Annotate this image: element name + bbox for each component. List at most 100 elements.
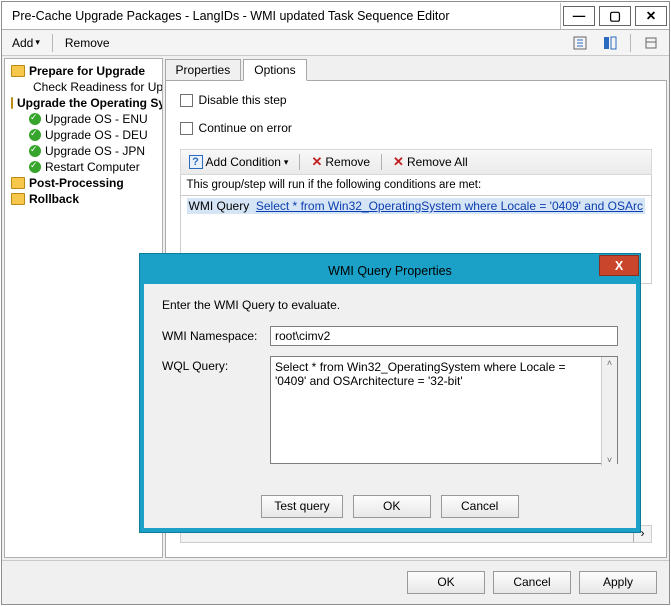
- folder-icon: [11, 177, 25, 189]
- window-controls: — ▢ ✕: [560, 3, 669, 29]
- tab-label: Properties: [176, 63, 231, 77]
- dialog-title: WMI Query Properties: [328, 264, 452, 278]
- tree-node-post-processing[interactable]: Post-Processing: [7, 175, 160, 191]
- remove-button[interactable]: Remove: [59, 34, 116, 52]
- check-icon: [29, 129, 41, 141]
- x-icon: ✕: [393, 154, 404, 170]
- tree-label: Upgrade OS - JPN: [45, 144, 145, 158]
- tree-node-upgrade-jpn[interactable]: Upgrade OS - JPN: [7, 143, 160, 159]
- x-icon: ✕: [311, 154, 322, 170]
- query-textarea[interactable]: [270, 356, 618, 464]
- remove-label: Remove: [65, 36, 110, 50]
- toolbar: Add ▾ Remove: [2, 30, 669, 56]
- cond-prefix: WMI Query: [189, 199, 250, 213]
- check-icon: [29, 161, 41, 173]
- namespace-input[interactable]: [270, 326, 618, 346]
- tab-properties[interactable]: Properties: [165, 59, 242, 81]
- condition-toolbar: ? Add Condition ▾ ✕ Remove ✕ Remove All: [180, 149, 652, 175]
- dialog-titlebar: WMI Query Properties X: [144, 258, 636, 284]
- continue-row[interactable]: Continue on error: [180, 121, 652, 135]
- test-query-button[interactable]: Test query: [261, 495, 342, 518]
- scroll-up-icon[interactable]: ˄: [606, 357, 613, 369]
- folder-icon: [11, 193, 25, 205]
- tool-icon-3[interactable]: [637, 33, 665, 53]
- dialog-ok-button[interactable]: OK: [353, 495, 431, 518]
- tree-label: Upgrade OS - ENU: [45, 112, 148, 126]
- disable-label: Disable this step: [199, 93, 287, 107]
- window-title: Pre-Cache Upgrade Packages - LangIDs - W…: [12, 9, 450, 23]
- tree-node-check-readiness[interactable]: Check Readiness for Upgrade: [7, 79, 160, 95]
- scroll-down-icon[interactable]: ˅: [606, 454, 613, 466]
- cancel-label: Cancel: [513, 575, 550, 589]
- query-label: WQL Query:: [162, 356, 270, 373]
- namespace-row: WMI Namespace:: [162, 326, 618, 346]
- dialog-intro: Enter the WMI Query to evaluate.: [162, 298, 618, 312]
- tree-label: Post-Processing: [29, 176, 124, 190]
- checkbox-icon[interactable]: [180, 122, 193, 135]
- folder-icon: [11, 65, 25, 77]
- cancel-label: Cancel: [461, 499, 498, 513]
- textarea-scrollbar[interactable]: ˄˅: [601, 357, 617, 466]
- tool-icon-2[interactable]: [596, 33, 624, 53]
- tree-label: Prepare for Upgrade: [29, 64, 145, 78]
- checkbox-icon[interactable]: [180, 94, 193, 107]
- apply-label: Apply: [603, 575, 633, 589]
- tab-label: Options: [254, 63, 295, 77]
- separator: [630, 34, 631, 52]
- dialog-buttons: Test query OK Cancel: [144, 489, 636, 528]
- folder-icon: [11, 97, 13, 109]
- dialog-body: Enter the WMI Query to evaluate. WMI Nam…: [144, 284, 636, 489]
- tree-label: Rollback: [29, 192, 79, 206]
- check-icon: [29, 145, 41, 157]
- tree-node-prepare[interactable]: Prepare for Upgrade: [7, 63, 160, 79]
- dialog-cancel-button[interactable]: Cancel: [441, 495, 519, 518]
- wmi-query-dialog: WMI Query Properties X Enter the WMI Que…: [140, 254, 640, 532]
- dialog-close-button[interactable]: X: [599, 255, 639, 276]
- tree-node-rollback[interactable]: Rollback: [7, 191, 160, 207]
- question-icon: ?: [189, 155, 203, 169]
- tree-node-restart[interactable]: Restart Computer: [7, 159, 160, 175]
- apply-button[interactable]: Apply: [579, 571, 657, 594]
- add-condition-button[interactable]: ? Add Condition ▾: [185, 153, 293, 171]
- tree-label: Upgrade the Operating System: [17, 96, 163, 110]
- remove-condition-button[interactable]: ✕ Remove: [307, 152, 374, 172]
- cancel-button[interactable]: Cancel: [493, 571, 571, 594]
- tree-node-upgrade-os-group[interactable]: Upgrade the Operating System: [7, 95, 160, 111]
- separator: [299, 154, 300, 170]
- query-row: WQL Query: ˄˅: [162, 356, 618, 467]
- chevron-down-icon: ▾: [35, 37, 40, 48]
- test-label: Test query: [274, 499, 329, 513]
- disable-row[interactable]: Disable this step: [180, 93, 652, 107]
- separator: [381, 154, 382, 170]
- condition-entry[interactable]: WMI Query Select * from Win32_OperatingS…: [187, 198, 645, 214]
- ok-button[interactable]: OK: [407, 571, 485, 594]
- add-menu[interactable]: Add ▾: [6, 34, 46, 52]
- remove-cond-label: Remove: [325, 155, 370, 169]
- tab-strip: Properties Options: [165, 58, 667, 80]
- chevron-down-icon: ▾: [284, 157, 289, 168]
- add-label: Add: [12, 36, 33, 50]
- minimize-button[interactable]: —: [563, 6, 595, 26]
- title-bar: Pre-Cache Upgrade Packages - LangIDs - W…: [2, 2, 669, 30]
- ok-label: OK: [383, 499, 400, 513]
- tab-options[interactable]: Options: [243, 59, 306, 81]
- close-button[interactable]: ✕: [635, 6, 667, 26]
- tree-label: Restart Computer: [45, 160, 140, 174]
- add-condition-label: Add Condition: [206, 155, 281, 169]
- tree-label: Check Readiness for Upgrade: [33, 80, 163, 94]
- separator: [52, 34, 53, 52]
- namespace-label: WMI Namespace:: [162, 326, 270, 343]
- tool-icon-1[interactable]: [566, 33, 594, 53]
- continue-label: Continue on error: [199, 121, 292, 135]
- remove-all-label: Remove All: [407, 155, 468, 169]
- condition-description: This group/step will run if the followin…: [180, 175, 652, 196]
- footer-buttons: OK Cancel Apply: [2, 560, 669, 604]
- maximize-button[interactable]: ▢: [599, 6, 631, 26]
- tree-label: Upgrade OS - DEU: [45, 128, 148, 142]
- tree-node-upgrade-deu[interactable]: Upgrade OS - DEU: [7, 127, 160, 143]
- tree-node-upgrade-enu[interactable]: Upgrade OS - ENU: [7, 111, 160, 127]
- cond-link[interactable]: Select * from Win32_OperatingSystem wher…: [256, 199, 643, 213]
- remove-all-button[interactable]: ✕ Remove All: [389, 152, 472, 172]
- task-sequence-tree[interactable]: Prepare for Upgrade Check Readiness for …: [4, 58, 163, 558]
- check-icon: [29, 113, 41, 125]
